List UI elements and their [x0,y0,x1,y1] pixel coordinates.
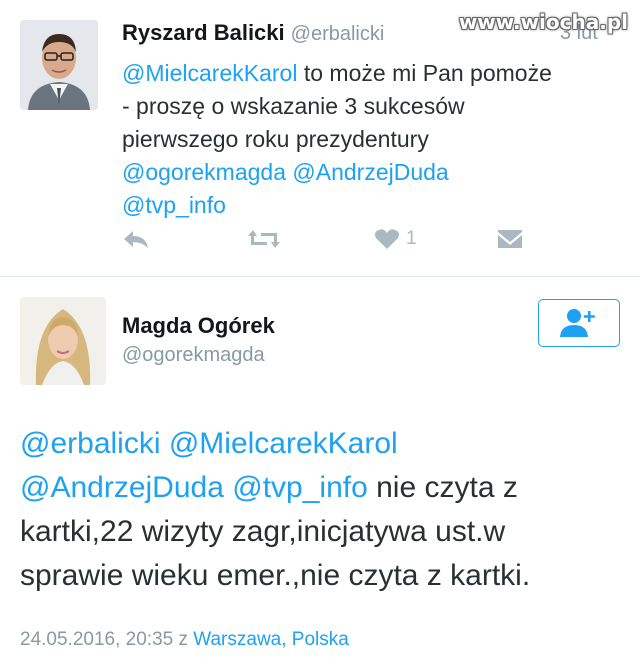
tweet-text: @erbalicki @MielcarekKarol @AndrzejDuda … [20,422,620,598]
avatar-magda-ogorek[interactable] [20,297,106,385]
text-line: sprawie wieku emer.,nie czyta z kartki. [20,559,531,592]
reply-icon [124,231,148,248]
author-name[interactable]: Ryszard Balicki [122,20,285,45]
like-count: 1 [406,228,417,249]
text-line: pierwszego roku prezydentury [122,126,429,152]
author-name[interactable]: Magda Ogórek [122,313,275,339]
tweet-actions: 1 [122,228,542,258]
date-separator: z [173,629,194,650]
avatar-ryszard-balicki[interactable] [20,20,98,110]
author-handle[interactable]: @ogorekmagda [122,344,265,367]
tweet-header: Ryszard Balicki @erbalicki [122,20,384,46]
heart-icon [375,229,399,249]
watermark: www.wiocha.pl [458,10,628,34]
mention-link[interactable]: @MielcarekKarol [169,427,398,460]
direct-message-button[interactable] [496,228,524,250]
message-icon [498,230,522,248]
mention-link[interactable]: @MielcarekKarol [122,60,297,86]
like-button[interactable]: 1 [374,228,417,250]
author-handle[interactable]: @erbalicki [291,23,385,45]
text-segment: to może mi Pan pomoże [297,60,552,86]
text-line: kartki,22 wizyty zagr,inicjatywa ust.w [20,515,506,548]
location-link[interactable]: Warszawa, Polska [193,629,349,650]
mention-link[interactable]: @ogorekmagda [122,159,286,185]
tweet-main[interactable]: Magda Ogórek @ogorekmagda @erbalicki @Mi… [0,277,640,665]
add-user-icon [560,309,595,337]
mention-link[interactable]: @erbalicki [20,427,161,460]
tweet-reply[interactable]: Ryszard Balicki @erbalicki 3 lut @Mielcar… [0,0,640,277]
text-line: - proszę o wskazanie 3 sukcesów [122,93,465,119]
mention-link[interactable]: @AndrzejDuda [292,159,448,185]
retweet-icon [248,230,280,248]
mention-link[interactable]: @tvp_info [122,192,226,218]
reply-button[interactable] [122,228,150,250]
retweet-button[interactable] [247,228,281,250]
text-segment: nie czyta z [367,471,518,504]
tweet-date[interactable]: 24.05.2016, 20:35 [20,629,173,650]
tweet-meta: 24.05.2016, 20:35 z Warszawa, Polska [20,629,349,651]
mention-link[interactable]: @AndrzejDuda [20,471,224,504]
mention-link[interactable]: @tvp_info [232,471,368,504]
tweet-text: @MielcarekKarol to może mi Pan pomoże - … [122,57,562,222]
follow-button[interactable] [538,299,620,347]
